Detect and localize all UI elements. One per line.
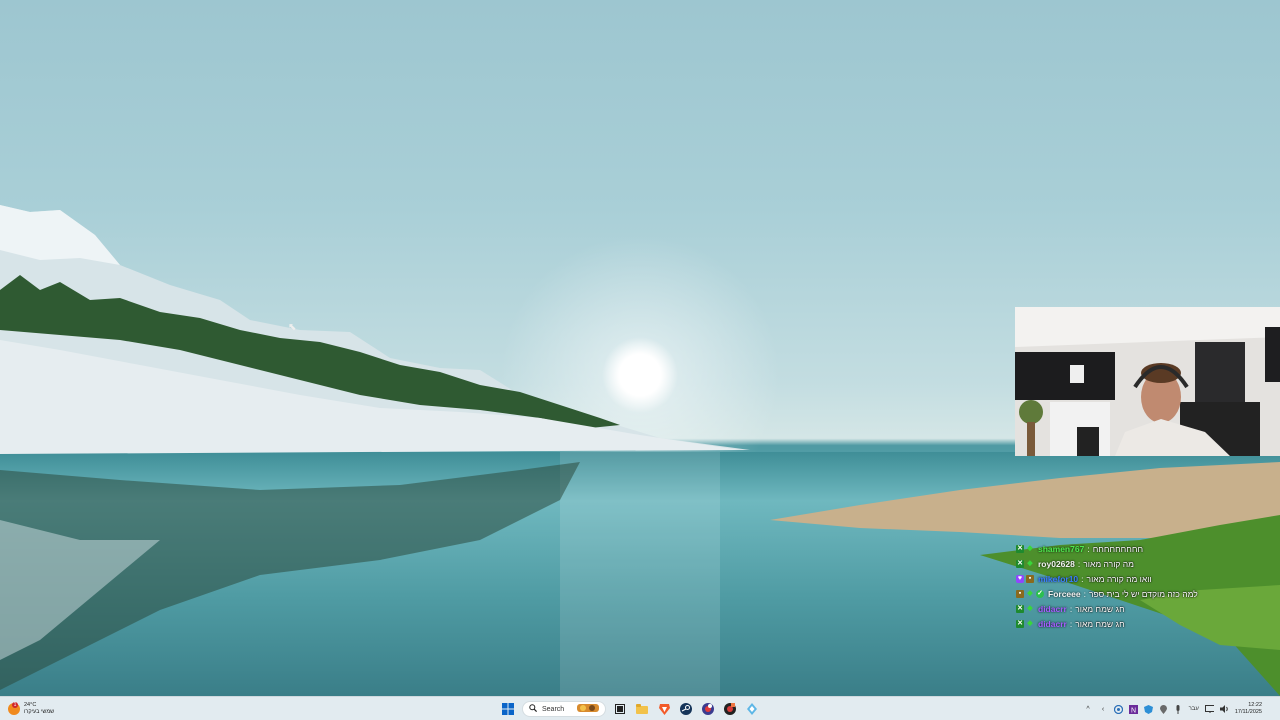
weather-condition: שמשי בעיקרו bbox=[24, 709, 55, 715]
chat-username: didacrr bbox=[1038, 603, 1067, 614]
svg-text:N: N bbox=[1131, 707, 1136, 714]
chat-badges: ✕ ◆ bbox=[1016, 619, 1034, 628]
network-icon[interactable] bbox=[1113, 704, 1123, 714]
onenote-icon[interactable]: N bbox=[1128, 704, 1138, 714]
stream-chat-overlay: ✕ ◆ shamen767: חחחחחחחחח ✕ ◆ roy02628: מה קורה … bbox=[1016, 541, 1276, 631]
file-explorer-icon[interactable] bbox=[634, 701, 650, 717]
chat-text: מה קורה מאור bbox=[1083, 558, 1135, 569]
display-icon[interactable] bbox=[1204, 705, 1214, 714]
app-icon[interactable] bbox=[722, 701, 738, 717]
weather-alert-badge: 1 bbox=[12, 702, 18, 708]
chat-separator: : bbox=[1083, 588, 1086, 599]
diamond-badge-icon: ◆ bbox=[1027, 589, 1033, 597]
search-icon bbox=[529, 704, 538, 714]
desktop: ⬉ ✕ ◆ shamen767: חחחחחחחחח ✕ ◆ roy02628: מה קור… bbox=[0, 0, 1280, 696]
chat-separator: : bbox=[1087, 543, 1090, 554]
back-arrow-icon[interactable]: ‹ bbox=[1099, 705, 1108, 714]
webcam-overlay bbox=[1015, 307, 1280, 456]
heart-badge-icon: ♥ bbox=[1016, 574, 1024, 583]
chat-badges: ✕ ◆ bbox=[1016, 559, 1034, 568]
check-badge-icon: ✓ bbox=[1036, 589, 1044, 598]
chat-badges: ✕ ◆ bbox=[1016, 604, 1034, 613]
chat-badges: ✕ ◆ bbox=[1016, 544, 1034, 553]
start-icon[interactable] bbox=[500, 701, 516, 717]
chat-message: ▪ ◆ ✓ Forceee: למה כזה מוקדם יש לי בית ספר bbox=[1016, 586, 1276, 601]
location-pin-icon[interactable] bbox=[1159, 704, 1168, 714]
notification-bell-icon[interactable] bbox=[1268, 705, 1274, 714]
chat-username: mikefor10 bbox=[1038, 573, 1079, 584]
chat-username: Forceee bbox=[1048, 588, 1081, 599]
shield-icon[interactable] bbox=[1143, 704, 1153, 714]
weather-widget[interactable]: 1 24°C שמשי בעיקרו bbox=[8, 700, 54, 718]
taskbar-apps: Search bbox=[500, 699, 760, 719]
diamond-badge-icon: ◆ bbox=[1027, 604, 1033, 612]
taskbar-search-box[interactable]: Search bbox=[522, 701, 606, 717]
chevron-up-icon[interactable]: ^ bbox=[1084, 705, 1093, 714]
chat-text: למה כזה מוקדם יש לי בית ספר bbox=[1088, 588, 1198, 599]
chat-text: חחחחחחחחח bbox=[1092, 543, 1144, 554]
chat-separator: : bbox=[1069, 603, 1073, 614]
chat-badges: ▪ ◆ ✓ bbox=[1016, 589, 1044, 598]
chat-separator: : bbox=[1069, 618, 1073, 629]
clock[interactable]: 12:22 17/11/2025 bbox=[1235, 702, 1262, 716]
weather-temperature: 24°C bbox=[24, 702, 37, 708]
webcam-feed-image bbox=[1015, 307, 1280, 456]
task-view-icon[interactable] bbox=[612, 701, 628, 717]
taskbar: 1 24°C שמשי בעיקרו Search ^ ‹ N עבר 12:2… bbox=[0, 696, 1280, 720]
chat-message: ♥ ▪ mikefor10: וואו מה קורה מאור bbox=[1016, 571, 1276, 586]
language-indicator[interactable]: עבר bbox=[1189, 705, 1199, 714]
chat-text: חג שמח מאור bbox=[1075, 603, 1125, 614]
mouse-cursor-icon: ⬉ bbox=[288, 322, 297, 333]
teams-icon[interactable] bbox=[744, 701, 760, 717]
clock-time: 12:22 bbox=[1248, 702, 1262, 708]
diamond-badge-icon: ◆ bbox=[1027, 544, 1033, 552]
microphone-icon[interactable] bbox=[1174, 704, 1183, 714]
chat-message: ✕ ◆ didacrr: חג שמח מאור bbox=[1016, 616, 1276, 631]
diamond-badge-icon: ◆ bbox=[1027, 559, 1033, 567]
x-badge-icon: ✕ bbox=[1016, 604, 1024, 613]
chat-text: וואו מה קורה מאור bbox=[1086, 573, 1152, 584]
clock-date: 17/11/2025 bbox=[1234, 709, 1262, 715]
chat-message: ✕ ◆ roy02628: מה קורה מאור bbox=[1016, 556, 1276, 571]
chat-username: roy02628 bbox=[1038, 558, 1075, 569]
chat-username: didacrr bbox=[1038, 618, 1067, 629]
chat-text: חג שמח מאור bbox=[1075, 618, 1125, 629]
chat-badges: ♥ ▪ bbox=[1016, 574, 1034, 583]
steam-icon[interactable] bbox=[678, 701, 694, 717]
obs-icon[interactable] bbox=[700, 701, 716, 717]
x-badge-icon: ✕ bbox=[1016, 559, 1024, 568]
search-label: Search bbox=[542, 705, 565, 713]
chat-username: shamen767 bbox=[1038, 543, 1085, 554]
speaker-icon[interactable] bbox=[1219, 705, 1229, 714]
sq-badge-icon: ▪ bbox=[1026, 574, 1034, 583]
chat-message: ✕ ◆ shamen767: חחחחחחחחח bbox=[1016, 541, 1276, 556]
sq-badge-icon: ▪ bbox=[1016, 589, 1024, 598]
weather-sun-icon: 1 bbox=[8, 702, 20, 715]
system-tray: ^ ‹ N עבר 12:22 17/11/2025 bbox=[1084, 699, 1274, 719]
chat-separator: : bbox=[1077, 558, 1081, 569]
diamond-badge-icon: ◆ bbox=[1027, 619, 1033, 627]
chat-message: ✕ ◆ didacrr: חג שמח מאור bbox=[1016, 601, 1276, 616]
widgets-icon bbox=[577, 702, 599, 716]
x-badge-icon: ✕ bbox=[1016, 544, 1024, 553]
brave-icon[interactable] bbox=[656, 701, 672, 717]
x-badge-icon: ✕ bbox=[1016, 619, 1024, 628]
chat-separator: : bbox=[1081, 573, 1084, 584]
